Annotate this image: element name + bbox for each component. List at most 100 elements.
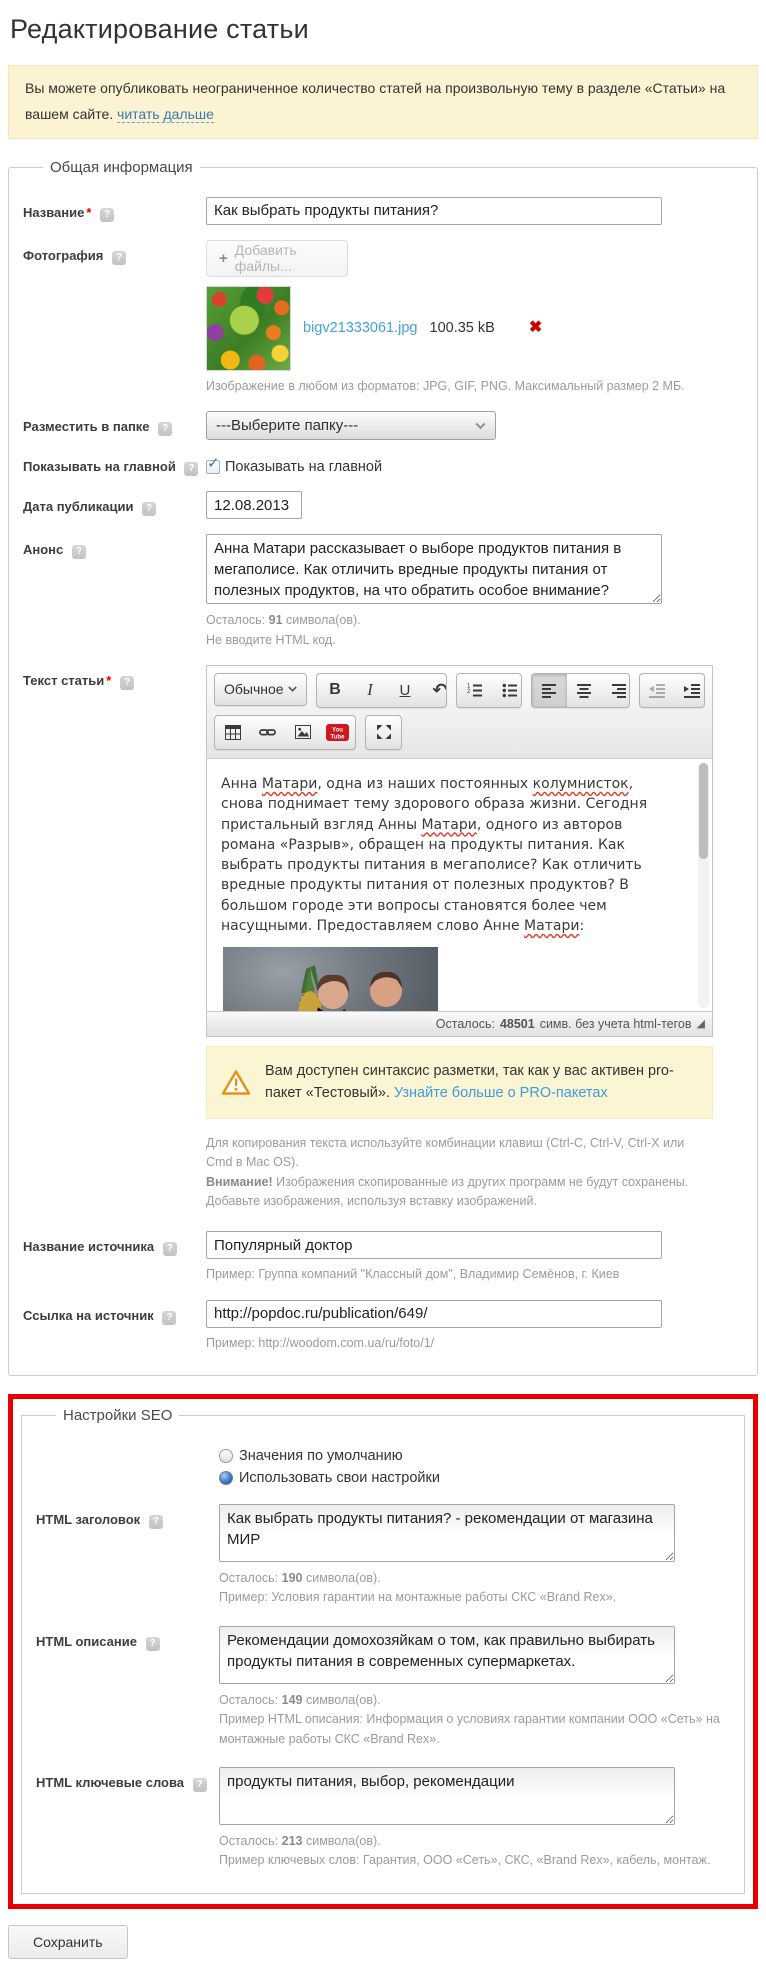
show-on-main-checkbox[interactable]: ✓ <box>206 454 220 475</box>
html-description-textarea[interactable]: Рекомендации домохозяйкам о том, как пра… <box>219 1625 675 1684</box>
undo-button[interactable]: ↶ <box>422 674 448 707</box>
align-left-button[interactable] <box>532 673 568 707</box>
help-icon[interactable]: ? <box>142 502 157 517</box>
folder-row: Разместить в папке ? ---Выберите папку--… <box>23 411 743 441</box>
editor-inline-photo[interactable] <box>223 947 438 1011</box>
align-right-button[interactable] <box>602 674 628 707</box>
help-icon[interactable]: ? <box>119 675 134 690</box>
editor-paragraph: Анна Матари, одна из наших постоянных ко… <box>221 775 648 934</box>
format-button-group: B I U ↶ <box>316 672 448 708</box>
editor-scrollbar[interactable] <box>698 761 709 1008</box>
bold-button[interactable]: B <box>317 674 352 707</box>
help-icon[interactable]: ? <box>112 250 127 265</box>
pro-packages-link[interactable]: Узнайте больше о PRO-пакетах <box>394 1085 608 1101</box>
help-icon[interactable]: ? <box>158 422 173 437</box>
svg-text:You: You <box>332 727 343 733</box>
help-icon[interactable]: ? <box>162 1242 177 1257</box>
bullet-list-button[interactable] <box>492 674 521 707</box>
align-left-icon <box>542 683 557 698</box>
source-name-input[interactable] <box>206 1231 662 1260</box>
announce-remaining: Осталось: 91 символа(ов). Не вводите HTM… <box>206 613 361 647</box>
delete-photo-icon[interactable]: ✖ <box>529 320 542 336</box>
add-files-button[interactable]: + Добавить файлы... <box>206 239 348 277</box>
editor-content-area[interactable]: Анна Матари, одна из наших постоянных ко… <box>207 758 712 1011</box>
italic-button[interactable]: I <box>352 674 387 707</box>
seo-custom-radio[interactable] <box>219 1471 233 1486</box>
fullscreen-button[interactable] <box>366 716 401 749</box>
html-title-textarea[interactable]: Как выбрать продукты питания? - рекоменд… <box>219 1504 675 1563</box>
paragraph-style-select[interactable]: Обычное <box>214 672 308 706</box>
help-icon[interactable]: ? <box>71 545 86 560</box>
insert-table-button[interactable] <box>215 716 250 749</box>
pub-date-row: Дата публикации ? <box>23 491 743 520</box>
title-label: Название * ? <box>23 197 206 222</box>
help-icon[interactable]: ? <box>192 1777 207 1792</box>
svg-text:2: 2 <box>467 689 471 695</box>
wysiwyg-editor: Обычное B I U ↶ 12 You Tube Анна Матари,… <box>206 664 713 1037</box>
photo-row: Фотография ? + Добавить файлы... bigv213… <box>23 239 743 396</box>
source-link-label: Ссылка на источник ? <box>23 1300 206 1325</box>
show-on-main-label: Показывать на главной ? <box>23 453 206 477</box>
indent-button-group <box>638 672 706 708</box>
help-icon[interactable]: ? <box>184 462 199 477</box>
resize-handle-icon[interactable]: ◢ <box>697 1017 705 1030</box>
indent-button[interactable] <box>675 674 704 707</box>
attention-label: Внимание! <box>206 1174 273 1189</box>
folder-select[interactable]: ---Выберите папку--- <box>206 411 496 441</box>
photo-thumbnail[interactable] <box>206 285 291 371</box>
page-title: Редактирование статьи <box>10 14 309 44</box>
ordered-list-button[interactable]: 12 <box>457 674 492 707</box>
chevron-down-icon <box>288 686 298 693</box>
table-icon <box>224 724 241 740</box>
help-icon[interactable]: ? <box>162 1310 177 1325</box>
underline-button[interactable]: U <box>387 674 422 707</box>
ordered-list-icon: 12 <box>467 684 482 697</box>
article-body-row: Текст статьи * ? Обычное B I U ↶ 1 2 You… <box>23 664 743 1211</box>
seo-default-radio[interactable] <box>219 1449 233 1464</box>
help-icon[interactable]: ? <box>148 1515 163 1530</box>
youtube-button[interactable]: You Tube <box>320 716 355 749</box>
pub-date-label: Дата публикации ? <box>23 491 206 517</box>
source-name-hint: Пример: Группа компаний "Классный дом", … <box>206 1267 620 1282</box>
insert-link-button[interactable] <box>250 716 285 749</box>
seo-mode-row: Значения по умолчанию Использовать свои … <box>36 1448 730 1486</box>
fullscreen-icon <box>376 725 391 740</box>
pub-date-input[interactable] <box>206 491 302 520</box>
help-icon[interactable]: ? <box>145 1636 160 1651</box>
read-more-link[interactable]: читать дальше <box>117 105 214 123</box>
youtube-icon: YouTube <box>326 723 349 741</box>
photo-filename-link[interactable]: bigv21333061.jpg <box>303 320 418 336</box>
html-description-row: HTML описание ? Рекомендации домохозяйка… <box>36 1625 730 1749</box>
photo-label: Фотография ? <box>23 240 206 265</box>
source-link-input[interactable] <box>206 1299 662 1328</box>
folder-select-value: ---Выберите папку--- <box>216 417 359 435</box>
bullet-list-icon <box>502 684 517 698</box>
pro-package-notice: Вам доступен синтаксис разметки, так как… <box>206 1045 713 1119</box>
html-title-label: HTML заголовок ? <box>36 1504 219 1530</box>
uploaded-photo-item: bigv21333061.jpg 100.35 kB ✖ <box>206 285 743 371</box>
align-center-button[interactable] <box>567 674 602 707</box>
list-button-group: 12 <box>456 672 523 708</box>
seo-custom-radio-label[interactable]: Использовать свои настройки <box>239 1470 440 1486</box>
html-keywords-textarea[interactable]: продукты питания, выбор, рекомендации <box>219 1766 675 1825</box>
outdent-button[interactable] <box>640 674 675 707</box>
source-name-label: Название источника ? <box>23 1231 206 1257</box>
required-asterisk: * <box>106 672 112 688</box>
seo-default-radio-label[interactable]: Значения по умолчанию <box>239 1448 403 1464</box>
announce-row: Анонс ? Анна Матари рассказывает о выбор… <box>23 534 743 650</box>
required-asterisk: * <box>86 204 92 220</box>
indent-icon <box>684 683 701 698</box>
insert-image-button[interactable] <box>285 716 320 749</box>
undo-icon: ↶ <box>432 679 448 701</box>
source-name-row: Название источника ? Пример: Группа комп… <box>23 1231 743 1284</box>
show-on-main-checkbox-label[interactable]: Показывать на главной <box>225 459 382 475</box>
html-description-hint: Осталось: 149 символа(ов). Пример HTML о… <box>219 1692 720 1746</box>
seo-section: Настройки SEO Значения по умолчанию Испо… <box>21 1407 745 1894</box>
seo-custom-radio-line: Использовать свои настройки <box>219 1470 730 1486</box>
article-title-input[interactable] <box>206 196 662 225</box>
save-button[interactable]: Сохранить <box>8 1924 128 1959</box>
announce-textarea[interactable]: Анна Матари рассказывает о выборе продук… <box>206 534 662 605</box>
folder-label: Разместить в папке ? <box>23 411 206 437</box>
editor-scrollbar-thumb[interactable] <box>699 762 708 859</box>
help-icon[interactable]: ? <box>100 207 115 222</box>
